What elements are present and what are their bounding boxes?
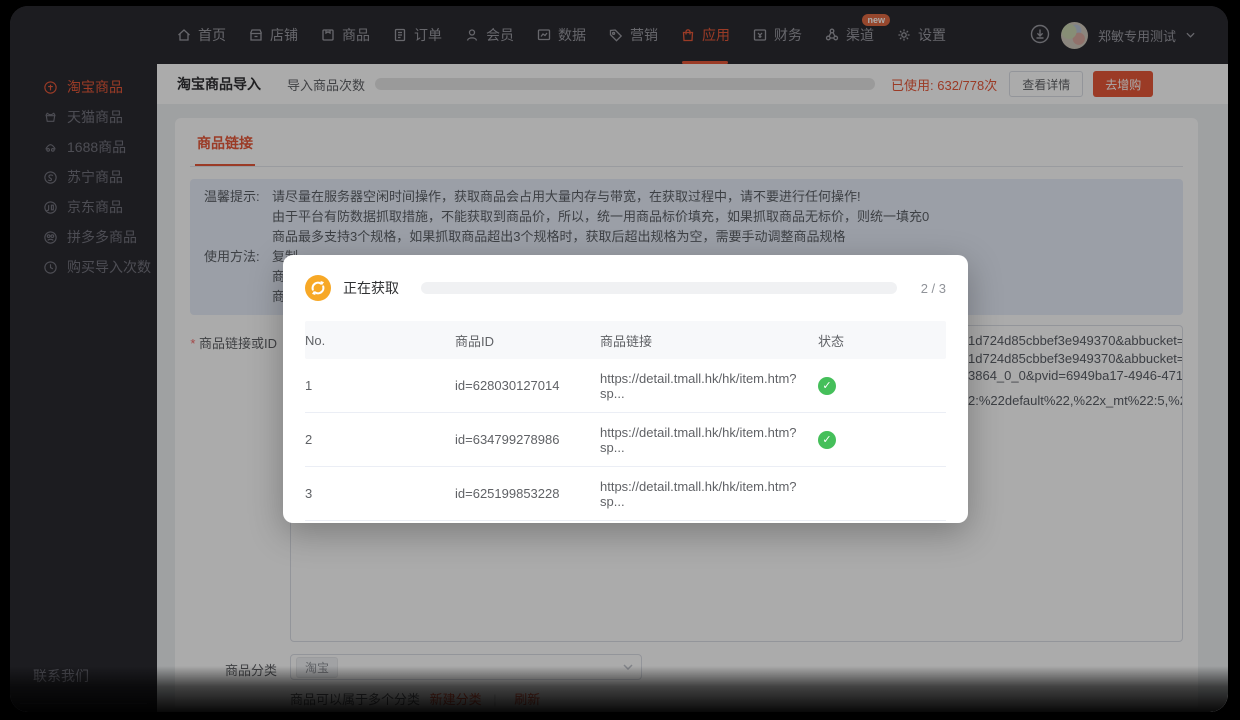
cell-no: 2 [305, 432, 455, 447]
fetch-progress-modal: 正在获取 2 / 3 No. 商品ID 商品链接 状态 1 id=6280301… [283, 255, 968, 523]
col-header-status: 状态 [818, 331, 946, 350]
app-window: 首页 店铺 商品 订单 会员 数据 营销 应用 [10, 6, 1228, 712]
fetching-status-text: 正在获取 [343, 278, 399, 298]
modal-header: 正在获取 2 / 3 [305, 255, 946, 321]
table-row: 3 id=625199853228 https://detail.tmall.h… [305, 467, 946, 521]
bottom-vignette [10, 666, 1228, 712]
success-check-icon: ✓ [818, 377, 836, 395]
cell-product-link: https://detail.tmall.hk/hk/item.htm?sp..… [600, 425, 818, 455]
col-header-no: No. [305, 333, 455, 348]
cell-product-link: https://detail.tmall.hk/hk/item.htm?sp..… [600, 371, 818, 401]
cell-product-id: id=625199853228 [455, 486, 600, 501]
table-row: 2 id=634799278986 https://detail.tmall.h… [305, 413, 946, 467]
fetch-counter: 2 / 3 [921, 281, 946, 296]
table-header-row: No. 商品ID 商品链接 状态 [305, 321, 946, 359]
cell-product-id: id=634799278986 [455, 432, 600, 447]
fetch-result-table: No. 商品ID 商品链接 状态 1 id=628030127014 https… [305, 321, 946, 521]
cell-no: 1 [305, 378, 455, 393]
col-header-product-link: 商品链接 [600, 331, 818, 350]
cell-product-id: id=628030127014 [455, 378, 600, 393]
cell-no: 3 [305, 486, 455, 501]
success-check-icon: ✓ [818, 431, 836, 449]
table-row: 1 id=628030127014 https://detail.tmall.h… [305, 359, 946, 413]
sync-icon [305, 275, 331, 301]
fetch-progress-bar [421, 282, 897, 294]
col-header-product-id: 商品ID [455, 331, 600, 350]
cell-product-link: https://detail.tmall.hk/hk/item.htm?sp..… [600, 479, 818, 509]
